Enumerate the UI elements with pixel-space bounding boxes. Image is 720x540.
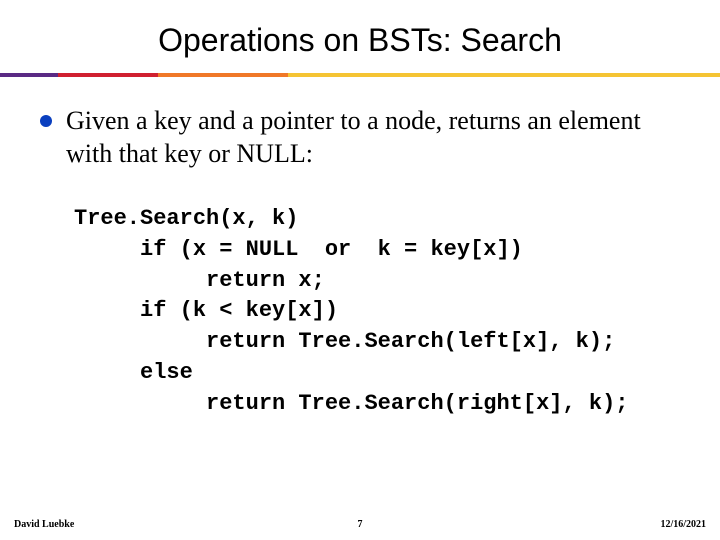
code-block: Tree.Search(x, k) if (x = NULL or k = ke… [74,204,680,420]
footer: David Luebke 7 12/16/2021 [0,519,720,530]
bullet-item: Given a key and a pointer to a node, ret… [40,105,680,170]
divider-segment-purple [0,73,58,77]
divider-segment-red [58,73,159,77]
content-area: Given a key and a pointer to a node, ret… [0,77,720,420]
slide-title: Operations on BSTs: Search [0,0,720,73]
bullet-text: Given a key and a pointer to a node, ret… [66,105,680,170]
divider-segment-yellow [288,73,720,77]
divider-segment-orange [158,73,288,77]
bullet-dot-icon [40,115,52,127]
divider-bar [0,73,720,77]
footer-date: 12/16/2021 [660,519,706,530]
footer-page-number: 7 [358,519,363,530]
footer-author: David Luebke [14,519,74,530]
